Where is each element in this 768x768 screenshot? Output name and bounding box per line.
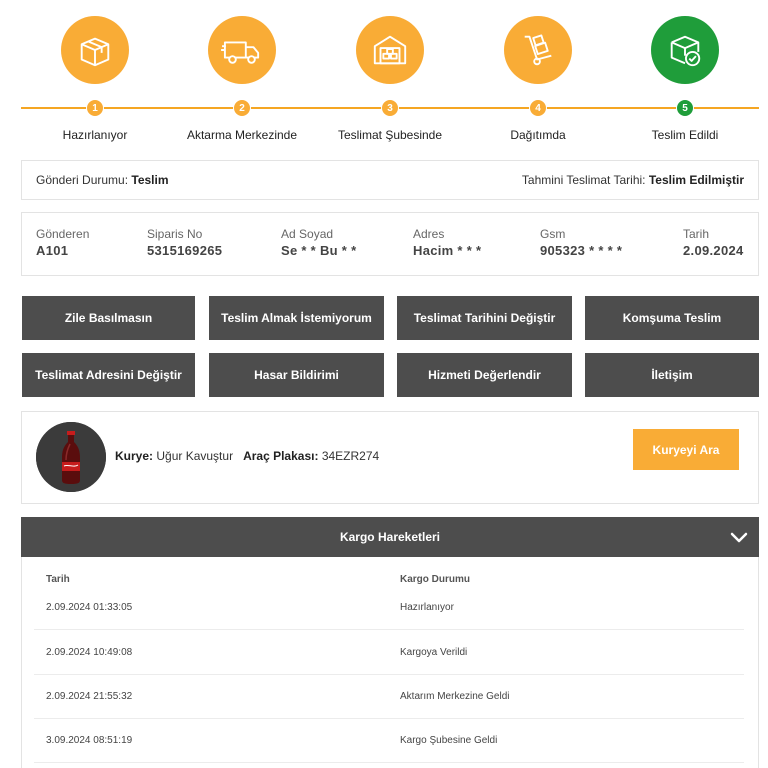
plate-label: Araç Plakası: [243,449,319,463]
deliver-to-neighbor-button[interactable]: Komşuma Teslim [585,296,759,340]
status-label: Gönderi Durumu: [36,173,129,187]
step-hazirlaniyor: 1 Hazırlanıyor [20,0,170,142]
delivery-progress-tracker: 1 Hazırlanıyor 2 Aktarma Merkezinde 3 Te… [21,0,759,152]
step-label: Aktarma Merkezinde [186,128,298,142]
row-date: 2.09.2024 21:55:32 [46,691,133,702]
step-label: Teslimat Şubesinde [337,128,443,142]
row-status: Aktarım Merkezine Geldi [400,691,510,702]
step-number: 4 [529,99,547,117]
delivered-package-check-icon [651,16,719,84]
address-field: Adres Hacim * * * [413,227,481,258]
row-date: 2.09.2024 10:49:08 [46,647,133,658]
plate-value: 34EZR274 [321,449,380,463]
dont-ring-bell-button[interactable]: Zile Basılmasın [22,296,195,340]
change-delivery-address-button[interactable]: Teslimat Adresini Değiştir [22,353,195,397]
table-row: 3.09.2024 08:51:19 Kargo Şubesine Geldi [34,719,744,763]
step-number: 2 [233,99,251,117]
column-header-date: Tarih [46,574,70,585]
column-header-status: Kargo Durumu [400,574,470,585]
package-box-icon [61,16,129,84]
refuse-delivery-button[interactable]: Teslim Almak İstemiyorum [209,296,384,340]
cargo-movements-toggle[interactable]: Kargo Hareketleri [21,517,759,557]
courier-name: Uğur Kavuştur [156,449,234,463]
step-aktarma-merkezinde: 2 Aktarma Merkezinde [167,0,317,142]
courier-panel: Kurye: Uğur Kavuştur Araç Plakası: 34EZR… [21,411,759,504]
step-teslim-edildi: 5 Teslim Edildi [610,0,760,142]
status-field: Gönderi Durumu: Teslim [36,173,169,187]
step-label: Hazırlanıyor [62,128,128,142]
step-number: 1 [86,99,104,117]
warehouse-icon [356,16,424,84]
date-label: Tarih [683,227,710,241]
gsm-label: Gsm [540,227,566,241]
shipment-info: Gönderen A101 Siparis No 5315169265 Ad S… [21,212,759,276]
step-number: 5 [676,99,694,117]
courier-label: Kurye: [115,449,154,463]
damage-report-button[interactable]: Hasar Bildirimi [209,353,384,397]
call-courier-button[interactable]: Kuryeyi Ara [633,429,739,470]
step-label: Dağıtımda [510,128,566,142]
step-teslimat-subesinde: 3 Teslimat Şubesinde [315,0,465,142]
step-dagitimda: 4 Dağıtımda [463,0,613,142]
address-label: Adres [413,227,445,241]
cargo-movements-table: Tarih Kargo Durumu 2.09.2024 01:33:05 Ha… [21,557,759,768]
cargo-movements-title: Kargo Hareketleri [339,530,441,544]
soda-bottle-avatar-icon [36,422,106,492]
date-value: 2.09.2024 [683,243,744,258]
contact-button[interactable]: İletişim [585,353,759,397]
hand-truck-icon [504,16,572,84]
date-field: Tarih 2.09.2024 [683,227,744,258]
sender-value: A101 [36,243,69,258]
courier-info: Kurye: Uğur Kavuştur Araç Plakası: 34EZR… [115,449,379,463]
table-row: 2.09.2024 01:33:05 Hazırlanıyor [34,586,744,630]
gsm-value: 905323 * * * * [540,243,623,258]
row-status: Kargo Şubesine Geldi [400,735,498,746]
eta-field: Tahmini Teslimat Tarihi: Teslim Edilmişt… [522,173,744,187]
recipient-name-label: Ad Soyad [281,227,334,241]
table-row: 2.09.2024 10:49:08 Kargoya Verildi [34,631,744,675]
shipment-status-bar: Gönderi Durumu: Teslim Tahmini Teslimat … [21,160,759,200]
step-label: Teslim Edildi [651,128,719,142]
order-number-value: 5315169265 [147,243,223,258]
gsm-field: Gsm 905323 * * * * [540,227,622,258]
sender-label: Gönderen [36,227,90,241]
table-row: 2.09.2024 21:55:32 Aktarım Merkezine Gel… [34,675,744,719]
row-date: 2.09.2024 01:33:05 [46,602,133,613]
sender-field: Gönderen A101 [36,227,89,258]
recipient-name-field: Ad Soyad Se * * Bu * * [281,227,356,258]
recipient-name-value: Se * * Bu * * [281,243,357,258]
order-number-label: Siparis No [147,227,203,241]
rate-service-button[interactable]: Hizmeti Değerlendir [397,353,572,397]
eta-value: Teslim Edilmiştir [648,173,744,187]
status-value: Teslim [131,173,169,187]
step-number: 3 [381,99,399,117]
chevron-down-icon [730,532,748,543]
order-number-field: Siparis No 5315169265 [147,227,222,258]
row-date: 3.09.2024 08:51:19 [46,735,133,746]
row-status: Hazırlanıyor [400,602,454,613]
delivery-truck-icon [208,16,276,84]
change-delivery-date-button[interactable]: Teslimat Tarihini Değiştir [397,296,572,340]
eta-label: Tahmini Teslimat Tarihi: [521,173,646,187]
row-status: Kargoya Verildi [400,647,468,658]
address-value: Hacim * * * [413,243,482,258]
